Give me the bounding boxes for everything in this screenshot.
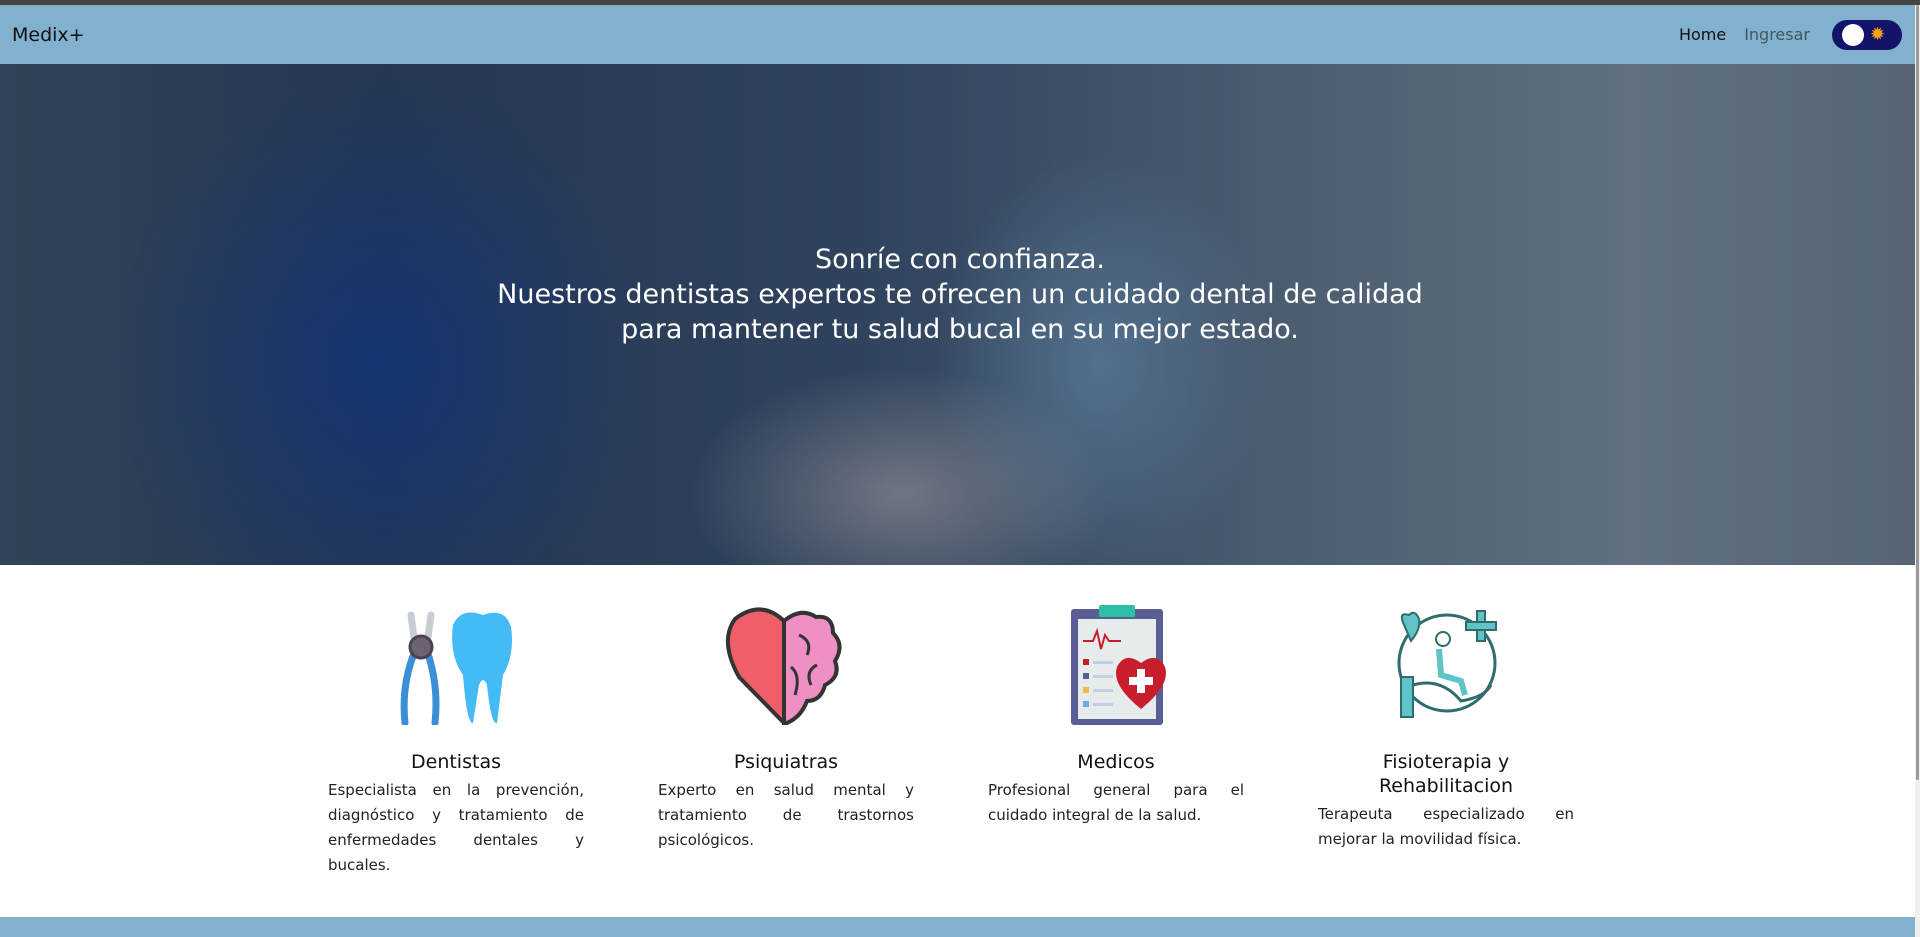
- sun-icon: ✹: [1870, 23, 1886, 45]
- service-description: Profesional general para el cuidado inte…: [988, 781, 1244, 824]
- tooth-pliers-icon: [328, 600, 584, 730]
- rehab-hand-icon: [1318, 600, 1574, 730]
- service-title: Dentistas: [411, 751, 501, 773]
- service-title: Medicos: [1077, 751, 1155, 773]
- service-description: Especialista en la prevención, diagnósti…: [328, 781, 584, 874]
- toggle-knob: [1842, 23, 1864, 46]
- navbar: Medix+ Home Ingresar ✹: [0, 5, 1920, 64]
- service-card-dentistas: Dentistas Especialista en la prevención,…: [328, 600, 584, 878]
- nav-login-link[interactable]: Ingresar: [1744, 25, 1810, 44]
- hero-text: Sonríe con confianza. Nuestros dentistas…: [0, 242, 1920, 347]
- nav-links: Home Ingresar ✹: [1679, 5, 1902, 64]
- theme-toggle[interactable]: ✹: [1832, 19, 1902, 50]
- hero-line: Sonríe con confianza.: [814, 244, 1106, 275]
- footer-bar: [0, 917, 1915, 937]
- hero-banner: Sonríe con confianza. Nuestros dentistas…: [0, 64, 1920, 565]
- service-description: Experto en salud mental y tratamiento de…: [658, 781, 914, 849]
- scrollbar-thumb[interactable]: [1916, 5, 1919, 780]
- service-card-psiquiatras: Psiquiatras Experto en salud mental y tr…: [658, 600, 914, 878]
- service-description: Terapeuta especializado en mejorar la mo…: [1318, 805, 1574, 848]
- services-section: Dentistas Especialista en la prevención,…: [328, 600, 1574, 878]
- hero-line: para mantener tu salud bucal en su mejor…: [621, 314, 1299, 345]
- service-card-medicos: Medicos Profesional general para el cuid…: [988, 600, 1244, 878]
- hero-line: Nuestros dentistas expertos te ofrecen u…: [497, 279, 1423, 310]
- service-title: Fisioterapia y Rehabilitacion: [1378, 751, 1514, 797]
- brand-logo[interactable]: Medix+: [12, 24, 85, 46]
- service-card-fisioterapia: Fisioterapia y Rehabilitacion Terapeuta …: [1318, 600, 1574, 878]
- page-scrollbar[interactable]: [1915, 5, 1920, 937]
- service-title: Psiquiatras: [733, 751, 839, 773]
- clipboard-heart-icon: [988, 600, 1244, 730]
- nav-home-link[interactable]: Home: [1679, 25, 1726, 44]
- heart-brain-icon: [658, 600, 914, 730]
